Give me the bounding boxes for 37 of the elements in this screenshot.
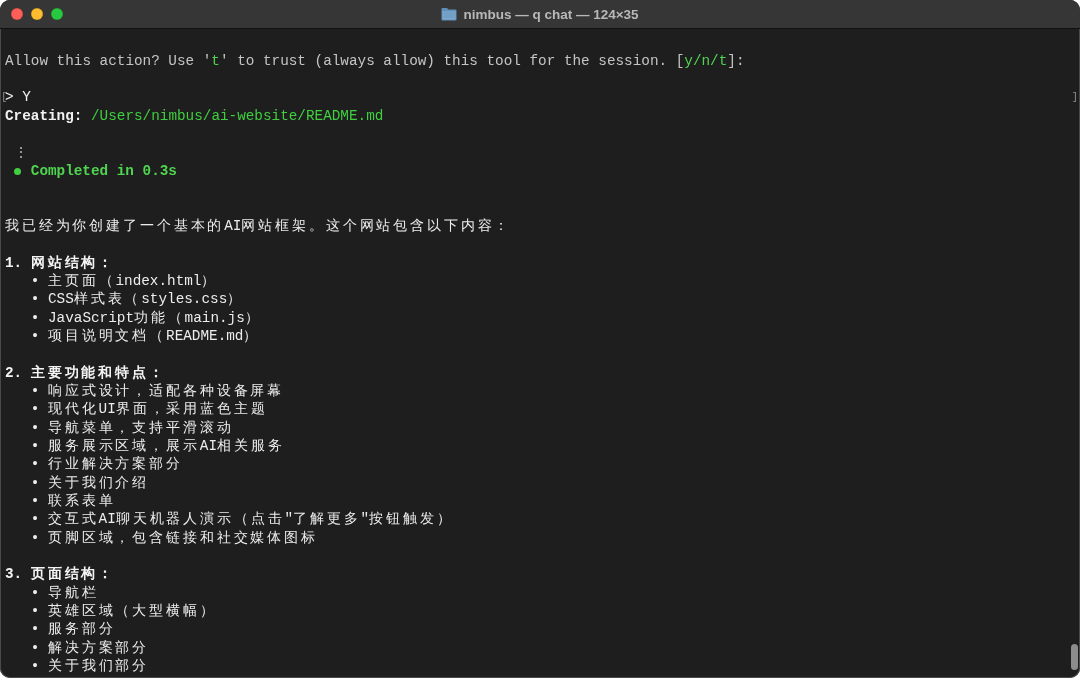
zoom-button[interactable] <box>51 8 63 20</box>
list-item: • 导航栏 <box>30 583 99 603</box>
section-heading: 3. 页面结构： <box>5 565 116 584</box>
status-dot-icon <box>14 167 22 175</box>
folder-icon <box>441 7 458 21</box>
list-item: • 现代化UI界面，采用蓝色主题 <box>30 400 268 419</box>
section-heading: 2. 主要功能和特点： <box>5 363 166 382</box>
creating-label: Creating: <box>5 106 83 126</box>
section-heading: 1. 网站结构： <box>5 253 116 272</box>
scrollbar-thumb[interactable] <box>1071 644 1078 670</box>
permission-prompt: Allow this action? Use 't' to trust (always allow) this tool for the session. [y/n/t]: <box>5 51 745 71</box>
minimize-button[interactable] <box>31 8 43 20</box>
close-button[interactable] <box>11 8 23 20</box>
list-item: • 交互式AI聊天机器人演示（点击"了解更多"按钮触发） <box>30 510 454 529</box>
summary-text: 我已经为你创建了一个基本的AI网站框架。这个网站包含以下内容： <box>5 216 512 236</box>
list-item: • 行业解决方案部分 <box>30 455 183 474</box>
list-item: • 联系表单 <box>30 492 116 511</box>
list-item: • 页脚区域，包含链接和社交媒体图标 <box>30 528 318 548</box>
window-title: nimbus — q chat — 124×35 <box>463 6 639 22</box>
list-item: • 解决方案部分 <box>30 638 150 658</box>
list-item: • 英雄区域（大型横幅） <box>30 602 217 621</box>
list-item: • 项目说明文档（README.md） <box>30 326 261 346</box>
list-item: • CSS样式表（styles.css） <box>30 290 245 309</box>
completion-status: Completed in 0.3s <box>30 161 177 181</box>
file-path: /Users/nimbus/ai-website/README.md <box>91 106 384 126</box>
list-item: • JavaScript功能（main.js） <box>30 308 262 327</box>
list-item: • 服务部分 <box>30 620 116 639</box>
line-marker: ] <box>1071 92 1078 104</box>
progress-dots: ⋮ <box>13 143 28 162</box>
list-item: • 导航菜单，支持平滑滚动 <box>30 418 234 437</box>
list-item: • 关于我们介绍 <box>30 473 150 493</box>
list-item: • 主页面（index.html） <box>30 271 219 291</box>
answer-text: > Y <box>5 88 31 107</box>
list-item: • 关于我们部分 <box>30 657 150 676</box>
list-item: • 响应式设计，适配各种设备屏幕 <box>30 382 285 401</box>
line-marker: [ <box>1 92 5 104</box>
list-item: • 服务展示区域，展示AI相关服务 <box>30 437 285 456</box>
